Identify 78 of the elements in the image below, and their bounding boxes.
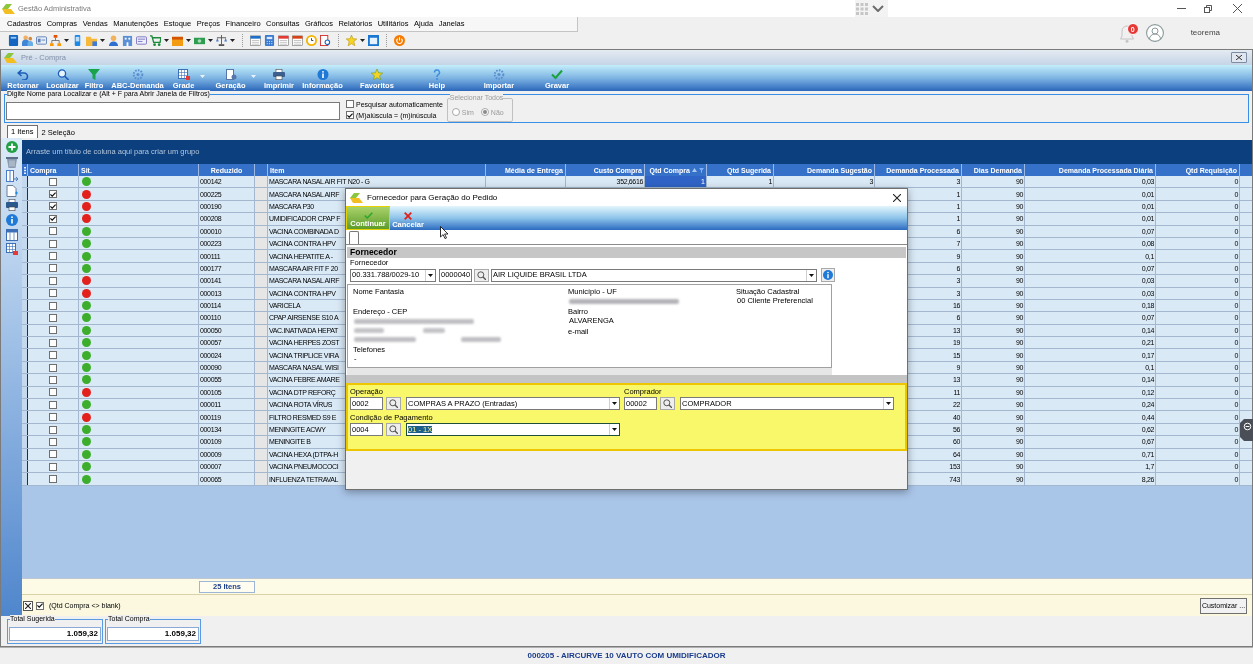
info-icon (823, 270, 833, 280)
caret-icon[interactable] (64, 39, 69, 42)
star-icon[interactable] (346, 35, 357, 46)
people-icon[interactable] (22, 35, 33, 46)
close-icon (1236, 55, 1242, 60)
caret-icon[interactable] (186, 39, 191, 42)
scale-icon[interactable] (216, 35, 227, 46)
star-icon (371, 68, 383, 80)
filter-icon (88, 68, 100, 80)
plus-circle-icon[interactable] (5, 141, 18, 153)
printer-icon[interactable] (5, 199, 18, 212)
card-icon[interactable] (36, 35, 47, 46)
close-button[interactable] (1231, 52, 1247, 63)
clear-filter-button[interactable] (23, 600, 33, 611)
search-button[interactable] (660, 397, 675, 410)
folder-icon[interactable] (86, 35, 97, 46)
caret-icon[interactable] (360, 39, 365, 42)
calculator-icon[interactable] (264, 35, 275, 46)
search-field[interactable] (6, 102, 340, 120)
caret-icon[interactable] (230, 39, 235, 42)
info-icon[interactable] (5, 213, 18, 226)
user-avatar-icon[interactable] (1145, 24, 1164, 42)
building-icon[interactable] (122, 35, 133, 46)
grid-icon (177, 68, 190, 80)
checkbox[interactable] (346, 111, 354, 119)
app-logo-icon (2, 3, 15, 14)
table-icon[interactable] (5, 228, 18, 241)
total-field[interactable]: 1.059,32 (9, 627, 101, 641)
chevron-down-icon[interactable] (872, 5, 884, 12)
cart-icon[interactable] (150, 35, 161, 46)
close-icon[interactable] (1233, 4, 1242, 13)
x-icon (25, 602, 31, 609)
caret-icon[interactable] (208, 39, 213, 42)
section-title: Fornecedor (350, 248, 397, 257)
info-button[interactable] (821, 268, 835, 282)
document-icon[interactable] (5, 184, 18, 197)
collapse-handle-icon (1240, 419, 1253, 441)
caret-icon[interactable] (809, 273, 814, 277)
calendar-icon[interactable] (250, 35, 261, 46)
undo-arrow-icon (17, 68, 29, 80)
clock-icon[interactable] (306, 35, 317, 46)
help-icon (431, 68, 443, 80)
columns-icon[interactable] (5, 170, 18, 183)
document-gear-icon (224, 68, 237, 80)
caret-icon[interactable] (164, 39, 169, 42)
box-icon[interactable] (172, 35, 183, 46)
total-field[interactable]: 1.059,32 (107, 627, 199, 641)
check-icon (551, 68, 563, 80)
book-icon[interactable] (8, 35, 19, 46)
close-icon (892, 193, 901, 202)
app-logo-icon (4, 52, 17, 63)
search-icon (56, 68, 69, 80)
checkbox[interactable] (346, 100, 354, 108)
status-text: 000205 - AIRCURVE 10 VAUTO COM UMIDIFICADOR (527, 652, 726, 660)
person-icon[interactable] (108, 35, 119, 46)
gear-icon (131, 68, 144, 80)
caret-icon[interactable] (886, 402, 891, 405)
restore-icon[interactable] (1204, 4, 1212, 13)
basket-icon[interactable] (5, 155, 18, 168)
checkmark-icon (347, 112, 353, 118)
power-icon[interactable] (394, 35, 405, 46)
user-name: teorema (1190, 29, 1220, 37)
dialog-title: Fornecedor para Geração do Pedido (367, 193, 498, 202)
close-button[interactable] (891, 192, 902, 203)
info-icon (316, 68, 329, 80)
caret-icon[interactable] (100, 39, 105, 42)
checkmark-icon (37, 603, 43, 608)
card-icon[interactable] (136, 35, 147, 46)
checkbox[interactable] (36, 601, 44, 610)
calendar-icon[interactable] (278, 35, 289, 46)
gear-icon (493, 68, 505, 80)
printer-icon (273, 68, 285, 80)
document-search-icon[interactable] (320, 35, 331, 46)
search-icon (663, 399, 672, 408)
calendar-icon[interactable] (292, 35, 303, 46)
table-delete-icon[interactable] (5, 243, 18, 256)
window-icon[interactable] (368, 35, 379, 46)
org-chart-icon[interactable] (50, 35, 61, 46)
